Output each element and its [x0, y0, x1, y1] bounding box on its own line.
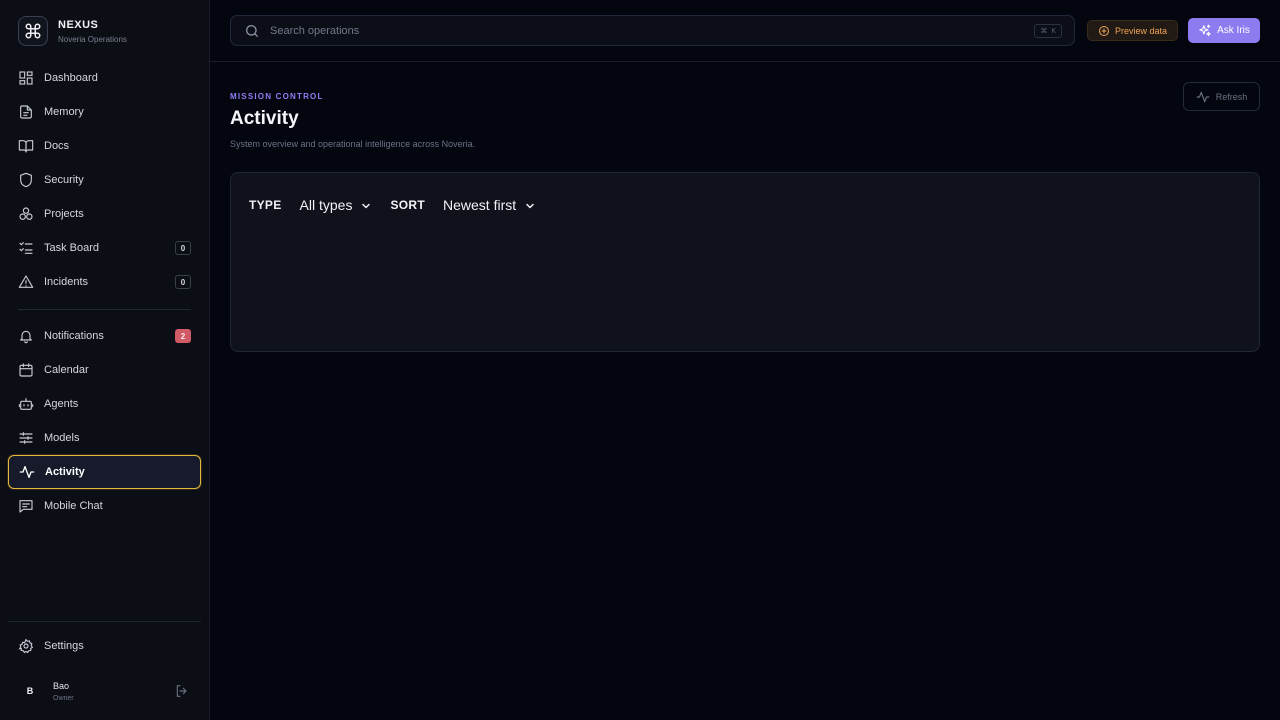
sidebar-item-mobile-chat[interactable]: Mobile Chat — [8, 489, 201, 523]
sidebar-item-label: Security — [44, 174, 84, 186]
user-name: Bao — [53, 680, 70, 691]
plus-circle-icon — [1098, 25, 1110, 37]
sort-select[interactable]: Newest first — [443, 197, 536, 213]
sidebar-item-label: Calendar — [44, 364, 89, 376]
sort-filter-label: SORT — [390, 198, 426, 212]
sidebar-item-label: Dashboard — [44, 72, 98, 84]
keyboard-shortcut: ⌘ K — [1034, 24, 1062, 38]
command-key: ⌘ — [1040, 28, 1048, 35]
file-icon — [18, 104, 34, 120]
sidebar-item-label: Incidents — [44, 276, 89, 288]
command-icon — [18, 16, 48, 46]
chevron-down-icon — [524, 199, 536, 211]
sidebar-item-incidents[interactable]: Incidents 0 — [8, 265, 201, 299]
count-badge: 0 — [175, 275, 191, 289]
count-badge: 0 — [175, 241, 191, 255]
sidebar-item-agents[interactable]: Agents — [8, 387, 201, 421]
gear-icon — [18, 638, 34, 654]
sidebar: NEXUS Noveria Operations Dashboard Memor… — [0, 0, 210, 720]
sidebar-item-dashboard[interactable]: Dashboard — [8, 61, 201, 95]
shortcut-key: K — [1051, 27, 1056, 35]
search-placeholder: Search operations — [270, 24, 360, 37]
chat-icon — [18, 498, 34, 514]
dashboard-icon — [18, 70, 34, 86]
sidebar-item-label: Projects — [44, 208, 84, 220]
sidebar-item-label: Docs — [44, 140, 70, 152]
sort-select-value: Newest first — [443, 197, 517, 213]
logout-icon[interactable] — [174, 683, 190, 699]
sidebar-item-notifications[interactable]: Notifications 2 — [8, 319, 201, 353]
user-profile[interactable]: B Bao Owner — [18, 676, 194, 706]
preview-data-button[interactable]: Preview data — [1087, 20, 1178, 41]
sidebar-item-models[interactable]: Models — [8, 421, 201, 455]
bot-icon — [18, 396, 34, 412]
brand[interactable]: NEXUS Noveria Operations — [18, 16, 127, 46]
sidebar-item-label: Memory — [44, 106, 84, 118]
sidebar-nav: Dashboard Memory Docs Security Projects — [8, 61, 201, 523]
bell-icon — [18, 328, 34, 344]
preview-data-label: Preview data — [1114, 25, 1168, 36]
sidebar-item-label: Task Board — [44, 242, 100, 254]
calendar-icon — [18, 362, 34, 378]
sidebar-item-activity[interactable]: Activity — [8, 455, 201, 489]
sidebar-bottom-divider — [8, 621, 201, 622]
page-title: Activity — [230, 108, 299, 129]
book-icon — [18, 138, 34, 154]
activity-icon — [1196, 90, 1210, 104]
chevron-down-icon — [360, 199, 372, 211]
brand-name: NEXUS — [58, 18, 99, 31]
page-subtitle: System overview and operational intellig… — [230, 139, 476, 149]
checklist-icon — [18, 240, 34, 256]
type-select[interactable]: All types — [300, 197, 373, 213]
refresh-label: Refresh — [1215, 91, 1248, 102]
sidebar-item-memory[interactable]: Memory — [8, 95, 201, 129]
activity-panel: TYPE All types SORT Newest first — [230, 172, 1260, 352]
type-select-value: All types — [299, 197, 353, 213]
sidebar-item-calendar[interactable]: Calendar — [8, 353, 201, 387]
sliders-icon — [18, 430, 34, 446]
sidebar-item-label: Mobile Chat — [44, 500, 103, 512]
shield-icon — [18, 172, 34, 188]
sidebar-item-task-board[interactable]: Task Board 0 — [8, 231, 201, 265]
type-filter-label: TYPE — [249, 198, 282, 212]
sidebar-item-security[interactable]: Security — [8, 163, 201, 197]
ask-iris-button[interactable]: Ask Iris — [1188, 18, 1260, 43]
sidebar-item-label: Notifications — [44, 330, 104, 342]
section-eyebrow: MISSION CONTROL — [230, 92, 324, 101]
sparkles-icon — [1198, 24, 1212, 38]
avatar: B — [18, 679, 42, 703]
sidebar-item-projects[interactable]: Projects — [8, 197, 201, 231]
sidebar-item-label: Settings — [44, 640, 84, 652]
nav-divider — [18, 309, 191, 310]
ask-iris-label: Ask Iris — [1217, 25, 1250, 36]
sidebar-item-label: Agents — [44, 398, 79, 410]
boxes-icon — [18, 206, 34, 222]
warning-icon — [18, 274, 34, 290]
search-input[interactable]: Search operations ⌘ K — [230, 15, 1075, 46]
notification-badge: 2 — [175, 329, 191, 343]
search-icon — [244, 23, 260, 39]
brand-subtitle: Noveria Operations — [58, 34, 127, 44]
filter-bar: TYPE All types SORT Newest first — [249, 197, 554, 213]
topbar: Search operations ⌘ K Preview data Ask I… — [210, 0, 1280, 62]
user-role: Owner — [53, 694, 74, 702]
sidebar-item-settings[interactable]: Settings — [8, 629, 201, 663]
sidebar-item-docs[interactable]: Docs — [8, 129, 201, 163]
sidebar-item-label: Activity — [45, 466, 85, 478]
activity-icon — [19, 464, 35, 480]
sidebar-item-label: Models — [44, 432, 80, 444]
refresh-button[interactable]: Refresh — [1183, 82, 1260, 111]
